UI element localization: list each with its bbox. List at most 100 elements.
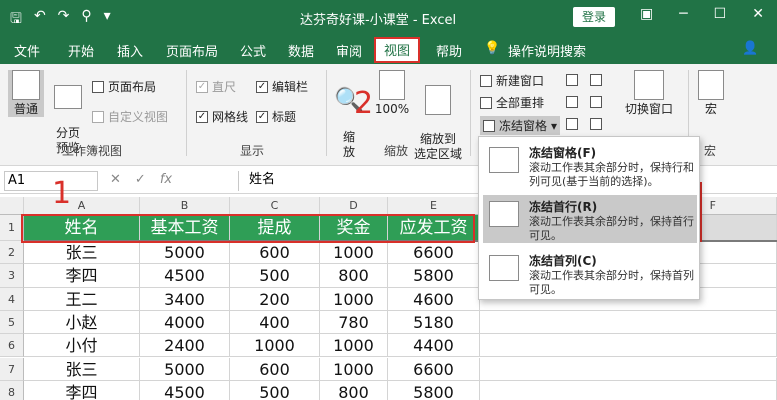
reset-window-icon[interactable] [590,118,602,130]
fx-icon[interactable]: fx [160,172,172,187]
freeze-panes-button[interactable]: 冻结窗格 ▾ [480,116,561,135]
tell-me-search[interactable]: 操作说明搜索 [508,41,586,60]
zoom-100-button[interactable]: 100% [372,70,412,117]
zoom-to-selection-button[interactable]: 缩放到 选定区域 [414,70,462,162]
data-cell[interactable]: 4400 [388,334,480,358]
tab-page-layout[interactable]: 页面布局 [166,41,218,60]
undo-icon[interactable]: ↶ [34,8,46,32]
split-icon[interactable] [566,74,578,86]
unhide-icon[interactable] [566,118,578,130]
data-cell[interactable]: 600 [230,241,320,265]
freeze-panes-option[interactable]: 冻结窗格(F) 滚动工作表其余部分时，保持行和列可见(基于当前的选择)。 [483,141,697,189]
data-cell[interactable]: 5800 [388,264,480,288]
freeze-first-column-option[interactable]: 冻结首列(C) 滚动工作表其余部分时，保持首列可见。 [483,249,697,297]
data-cell[interactable]: 李四 [24,264,140,288]
normal-view-button[interactable]: 普通 [8,70,44,117]
data-cell[interactable]: 400 [230,310,320,335]
data-cell[interactable]: 500 [230,380,320,400]
data-cell[interactable]: 4500 [140,380,230,400]
data-cell[interactable]: 1000 [320,357,388,381]
data-cell[interactable]: 张三 [24,357,140,381]
data-cell[interactable]: 1000 [320,334,388,358]
data-cell[interactable]: 4500 [140,264,230,288]
empty-cell[interactable] [480,380,777,400]
column-header[interactable]: B [140,197,230,215]
row-header[interactable]: 7 [0,357,24,381]
data-cell[interactable]: 5000 [140,241,230,265]
custom-views-button[interactable]: 自定义视图 [92,108,168,125]
data-cell[interactable]: 4000 [140,310,230,335]
enter-icon[interactable]: ✓ [135,172,146,187]
new-window-button[interactable]: 新建窗口 [480,72,544,89]
hide-icon[interactable] [566,96,578,108]
tab-formulas[interactable]: 公式 [240,41,266,60]
save-icon[interactable]: 🖫 [10,8,22,32]
tab-home[interactable]: 开始 [68,41,94,60]
column-header[interactable]: E [388,197,480,215]
empty-cell[interactable] [480,334,777,358]
redo-icon[interactable]: ↷ [58,8,70,32]
switch-windows-button[interactable]: 切换窗口 [622,70,676,117]
cancel-icon[interactable]: ✕ [110,172,121,187]
empty-cell[interactable] [480,310,777,335]
tab-file[interactable]: 文件 [14,41,40,60]
data-cell[interactable]: 800 [320,264,388,288]
maximize-icon[interactable]: ☐ [714,6,727,22]
gridlines-checkbox[interactable]: ✓ 网格线 [196,108,248,125]
close-icon[interactable]: ✕ [752,6,764,22]
arrange-all-button[interactable]: 全部重排 [480,94,544,111]
ribbon-options-icon[interactable]: ▣ [640,6,653,22]
formula-bar-checkbox[interactable]: ✓ 编辑栏 [256,78,308,95]
tab-data[interactable]: 数据 [288,41,314,60]
row-header[interactable]: 8 [0,380,24,400]
data-cell[interactable]: 李四 [24,380,140,400]
headings-checkbox[interactable]: ✓ 标题 [256,108,296,125]
row-header[interactable]: 6 [0,334,24,358]
data-cell[interactable]: 800 [320,380,388,400]
row-header[interactable]: 4 [0,287,24,311]
share-icon[interactable]: 👤 [742,41,758,56]
data-cell[interactable]: 小赵 [24,310,140,335]
tab-review[interactable]: 审阅 [336,41,362,60]
row-header[interactable]: 2 [0,241,24,265]
macros-button[interactable]: 宏 [696,70,726,117]
data-cell[interactable]: 小付 [24,334,140,358]
tab-view[interactable]: 视图 [374,37,420,63]
row-header[interactable]: 5 [0,310,24,335]
select-all-corner[interactable] [0,197,24,215]
data-cell[interactable]: 5180 [388,310,480,335]
data-cell[interactable]: 500 [230,264,320,288]
search-icon[interactable]: ⚲ [81,8,91,32]
tab-insert[interactable]: 插入 [117,41,143,60]
column-header[interactable]: A [24,197,140,215]
empty-cell[interactable] [480,357,777,381]
data-cell[interactable]: 3400 [140,287,230,311]
login-button[interactable]: 登录 [573,7,615,27]
customize-icon[interactable]: ▾ [104,8,111,32]
data-cell[interactable]: 6600 [388,241,480,265]
row-header[interactable]: 3 [0,264,24,288]
data-cell[interactable]: 600 [230,357,320,381]
name-box[interactable]: A1 [4,171,98,191]
data-cell[interactable]: 5800 [388,380,480,400]
freeze-top-row-option[interactable]: 冻结首行(R) 滚动工作表其余部分时，保持首行可见。 [483,195,697,243]
data-cell[interactable]: 1000 [320,287,388,311]
ruler-checkbox[interactable]: ✓ 直尺 [196,78,236,95]
data-cell[interactable]: 1000 [320,241,388,265]
data-cell[interactable]: 4600 [388,287,480,311]
sync-scroll-icon[interactable] [590,96,602,108]
data-cell[interactable]: 780 [320,310,388,335]
tab-help[interactable]: 帮助 [436,41,462,60]
column-header[interactable]: D [320,197,388,215]
column-header[interactable]: C [230,197,320,215]
view-side-by-side-icon[interactable] [590,74,602,86]
minimize-icon[interactable]: ─ [679,6,687,22]
data-cell[interactable]: 5000 [140,357,230,381]
data-cell[interactable]: 王二 [24,287,140,311]
data-cell[interactable]: 200 [230,287,320,311]
data-cell[interactable]: 1000 [230,334,320,358]
data-cell[interactable]: 张三 [24,241,140,265]
page-layout-view-button[interactable]: 页面布局 [92,78,156,95]
data-cell[interactable]: 6600 [388,357,480,381]
data-cell[interactable]: 2400 [140,334,230,358]
